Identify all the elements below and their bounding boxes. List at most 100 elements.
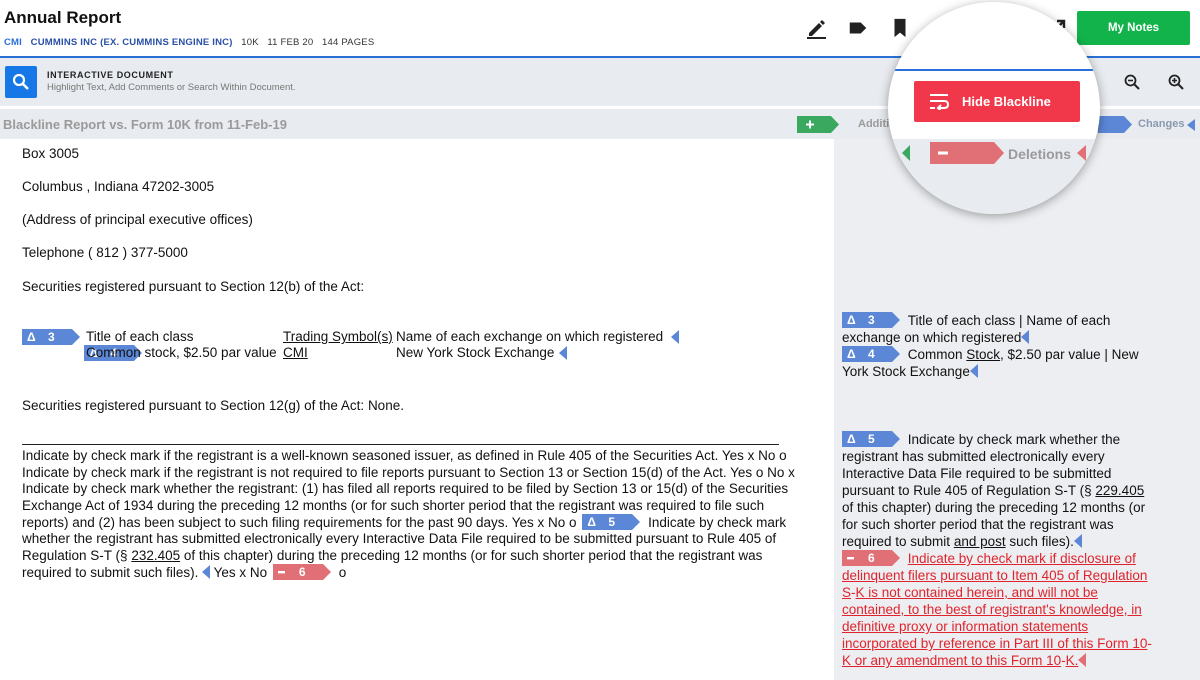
change-text: registrant has submitted electronically … (842, 449, 1105, 464)
doc-text: Indicate by check mark (648, 515, 787, 531)
change-end-icon (969, 364, 978, 378)
deleted-text: definitive proxy or information statemen… (842, 619, 1089, 634)
wrap-text-icon (930, 94, 950, 110)
table-cell: CMI (283, 345, 308, 360)
doc-line: reports) and (2) has been subject to suc… (22, 514, 822, 531)
doc-line: whether the registrant has submitted ele… (22, 530, 777, 546)
deletions-tag-icon[interactable] (930, 142, 1004, 164)
change-text: required to submit (842, 534, 954, 549)
magnifier-callout: Hide Blackline Deletions (888, 2, 1100, 214)
change-text: , $2.50 par value | New (1000, 347, 1139, 362)
pencil-icon[interactable] (802, 14, 830, 42)
change-tag[interactable]: Δ5 (582, 514, 641, 531)
additions-tag-icon[interactable] (797, 116, 839, 133)
change-text: Indicate by check mark whether the (907, 432, 1121, 447)
filing-date: 11 FEB 20 (267, 37, 314, 48)
change-end-icon (1021, 330, 1030, 344)
deletions-label[interactable]: Deletions (1008, 146, 1071, 162)
deleted-text: S (842, 585, 852, 600)
change-block: Δ5 Indicate by check mark whether the re… (842, 431, 1152, 669)
document-meta: CMI CUMMINS INC (EX. CUMMINS ENGINE INC)… (4, 37, 380, 48)
table-cell: New York Stock Exchange (396, 345, 555, 360)
ticker-link[interactable]: CMI (4, 37, 22, 48)
additions-label[interactable]: Additi (858, 118, 889, 130)
doc-line: (Address of principal executive offices) (22, 212, 253, 227)
deletion-tag-number: 6 (298, 565, 306, 580)
doc-text: reports) and (2) has been subject to suc… (22, 515, 577, 531)
deleted-text: delinquent filers pursuant to Item 405 o… (842, 568, 1148, 583)
doc-line: Exchange Act of 1934 during the precedin… (22, 497, 765, 513)
change-end-icon (559, 346, 567, 360)
deleted-text: K or any amendment to this Form 10 (842, 653, 1062, 668)
check-mark-paragraph: Indicate by check mark if the registrant… (22, 448, 822, 581)
deleted-text: K is not contained herein, and will not … (855, 585, 1098, 600)
deletion-tag-number: 6 (868, 551, 875, 565)
doc-line: Box 3005 (22, 146, 80, 161)
change-text: York Stock Exchange (842, 364, 970, 379)
doc-line: required to submit such files). Yes x No… (22, 564, 822, 581)
page-title: Annual Report (4, 8, 122, 27)
company-link[interactable]: CUMMINS INC (EX. CUMMINS ENGINE INC) (31, 37, 233, 48)
change-text: Common (907, 347, 967, 362)
table-cell: Common stock, $2.50 par value (86, 345, 277, 360)
change-text: such files). (1005, 534, 1074, 549)
zoom-out-icon[interactable] (1122, 72, 1142, 92)
hide-blackline-button[interactable]: Hide Blackline (914, 81, 1080, 122)
page-count: 144 PAGES (322, 37, 375, 48)
change-text: and post (953, 534, 1006, 549)
deleted-text: Indicate by check mark if disclosure of (907, 551, 1136, 566)
table-header-cell: Name of each exchange on which registere… (396, 329, 664, 344)
interactive-title: INTERACTIVE DOCUMENT (47, 70, 174, 80)
document-left: Box 3005 Columbus , Indiana 47202-3005 (… (0, 139, 834, 680)
change-tag-number: 3 (868, 313, 875, 327)
table-header-cell: Title of each class (86, 329, 194, 344)
doc-line: Indicate by check mark if the registrant… (22, 448, 787, 463)
change-text: 229.405 (1095, 483, 1145, 498)
search-icon[interactable] (5, 66, 37, 98)
additions-end-icon (902, 145, 910, 161)
deleted-text: contained, to the best of registrant's k… (842, 602, 1142, 617)
change-tag[interactable]: Δ4 (842, 346, 900, 362)
blackline-title: Blackline Report vs. Form 10K from 11-Fe… (3, 117, 287, 132)
doc-line: Indicate by check mark if the registrant… (22, 464, 795, 480)
deletion-tag[interactable]: 6 (272, 564, 331, 581)
change-end-icon (1073, 534, 1082, 548)
change-text: of this chapter) during the preceding 12… (842, 500, 1146, 515)
change-tag-number: 5 (608, 515, 616, 530)
doc-line: Securities registered pursuant to Sectio… (22, 398, 404, 413)
changes-label[interactable]: Changes (1138, 118, 1184, 130)
doc-text: Regulation S-T (§ (22, 547, 132, 563)
form-type: 10K (241, 37, 259, 48)
change-text: Interactive Data File required to be sub… (842, 466, 1112, 481)
blackline-panel: Δ3 Title of each class | Name of each ex… (834, 139, 1200, 680)
deleted-text: - (1147, 636, 1152, 651)
change-tag[interactable]: Δ5 (842, 431, 900, 447)
hide-blackline-label: Hide Blackline (962, 94, 1051, 109)
zoom-in-icon[interactable] (1166, 72, 1186, 92)
doc-line: Indicate by check mark whether the regis… (22, 481, 789, 497)
doc-text: o (338, 565, 347, 581)
magnifier-content: Hide Blackline Deletions (888, 2, 1100, 214)
change-tag[interactable]: Δ3 (842, 312, 900, 328)
change-text: Stock (966, 347, 1001, 362)
deleted-text: K. (1065, 653, 1079, 668)
change-tag-number: 3 (48, 330, 55, 344)
deletion-tag[interactable]: 6 (842, 550, 900, 566)
change-text: Title of each class | Name of each (907, 313, 1111, 328)
table-header-cell: Trading Symbol(s) (283, 329, 393, 344)
change-text: pursuant to Rule 405 of Regulation S-T (… (842, 483, 1096, 498)
changes-end-icon (1187, 119, 1195, 131)
doc-line: Securities registered pursuant to Sectio… (22, 279, 365, 294)
change-end-icon (671, 330, 679, 344)
doc-text: 232.405 (131, 547, 181, 563)
doc-line: Regulation S-T (§ 232.405 of this chapte… (22, 548, 822, 565)
doc-text: Yes x No (213, 565, 268, 581)
divider (22, 444, 779, 445)
change-tag-number: 5 (868, 432, 875, 446)
change-tag-number: 4 (868, 347, 875, 361)
changes-tag-icon[interactable] (1098, 116, 1132, 133)
change-tag[interactable]: Δ3 (22, 329, 80, 345)
change-text: for such shorter period that the registr… (842, 517, 1114, 532)
tag-icon[interactable] (844, 14, 872, 42)
divider (888, 69, 1100, 71)
